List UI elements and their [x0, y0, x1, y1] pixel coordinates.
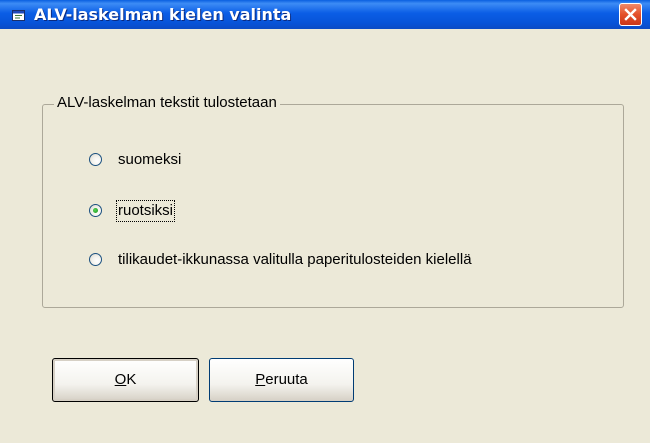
groupbox-legend: ALV-laskelman tekstit tulostetaan: [54, 94, 280, 111]
radio-label[interactable]: suomeksi: [117, 150, 182, 170]
radio-button[interactable]: [89, 153, 102, 166]
title-bar[interactable]: ALV-laskelman kielen valinta: [0, 0, 650, 29]
ok-mnemonic: O: [114, 371, 127, 388]
ok-button[interactable]: OK: [52, 358, 199, 402]
radio-label[interactable]: tilikaudet-ikkunassa valitulla paperitul…: [117, 250, 473, 270]
close-button[interactable]: [619, 3, 642, 26]
radio-button[interactable]: [89, 253, 102, 266]
cancel-mnemonic: P: [255, 371, 266, 388]
radio-label[interactable]: ruotsiksi: [115, 200, 176, 222]
app-window-icon: [12, 8, 25, 21]
cancel-button[interactable]: Peruuta: [209, 358, 354, 402]
ok-label: K: [126, 371, 137, 388]
radio-button-selected[interactable]: [89, 204, 102, 217]
cancel-label: eruuta: [265, 371, 308, 388]
window-title: ALV-laskelman kielen valinta: [34, 5, 292, 24]
